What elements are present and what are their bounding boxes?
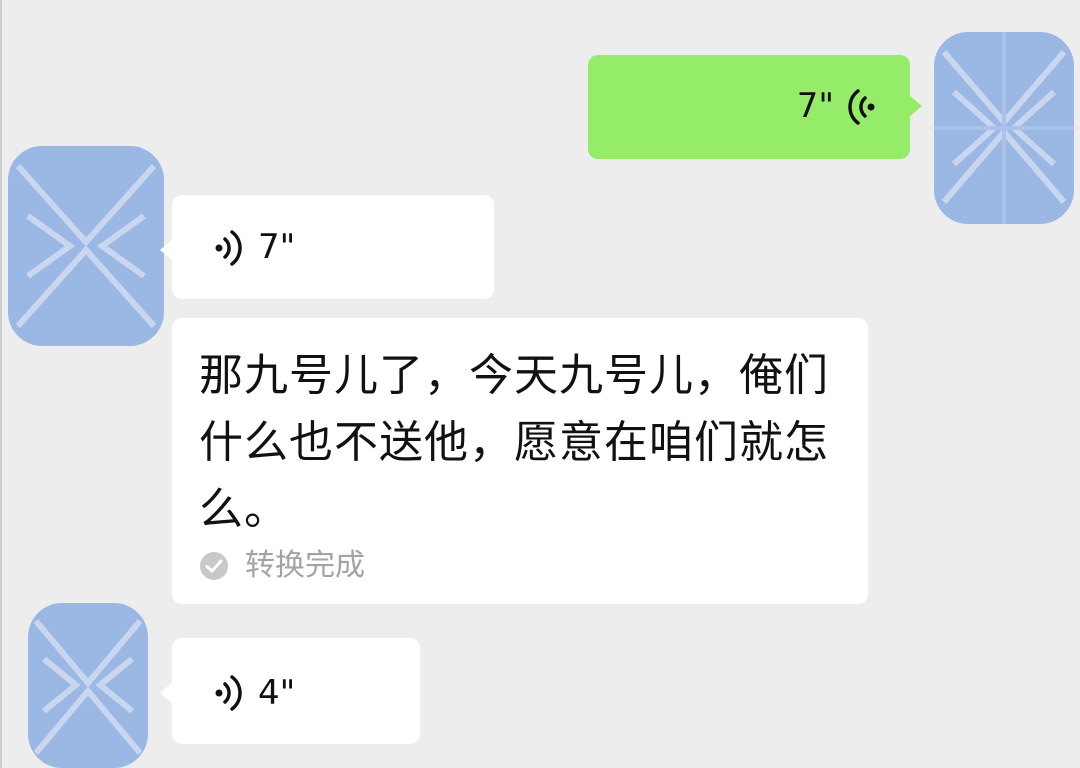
- voice-wave-icon: [212, 673, 246, 713]
- transcript-status: 转换完成: [199, 548, 365, 584]
- contact-avatar[interactable]: [8, 146, 164, 346]
- received-voice-message[interactable]: 7": [160, 195, 494, 299]
- voice-duration: 7": [258, 227, 296, 267]
- sent-voice-message[interactable]: 7": [588, 55, 922, 159]
- status-label: 转换完成: [245, 548, 365, 583]
- contact-avatar[interactable]: [28, 603, 148, 768]
- redacted-avatar-icon: [934, 32, 1074, 224]
- received-voice-message[interactable]: 4": [160, 638, 420, 744]
- check-circle-icon: [199, 551, 229, 581]
- voice-transcript[interactable]: 那九号儿了，今天九号儿，俺们什么也不送他，愿意在咱们就怎么。 转换完成: [172, 318, 868, 604]
- voice-duration: 4": [258, 673, 296, 713]
- self-avatar[interactable]: [934, 32, 1074, 224]
- redacted-avatar-icon: [8, 146, 164, 346]
- voice-duration: 7": [796, 86, 834, 126]
- transcript-text: 那九号儿了，今天九号儿，俺们什么也不送他，愿意在咱们就怎么。: [199, 350, 829, 535]
- screen-left-edge: [0, 0, 2, 768]
- voice-wave-icon: [844, 87, 878, 127]
- redacted-avatar-icon: [28, 603, 148, 768]
- voice-wave-icon: [212, 228, 246, 268]
